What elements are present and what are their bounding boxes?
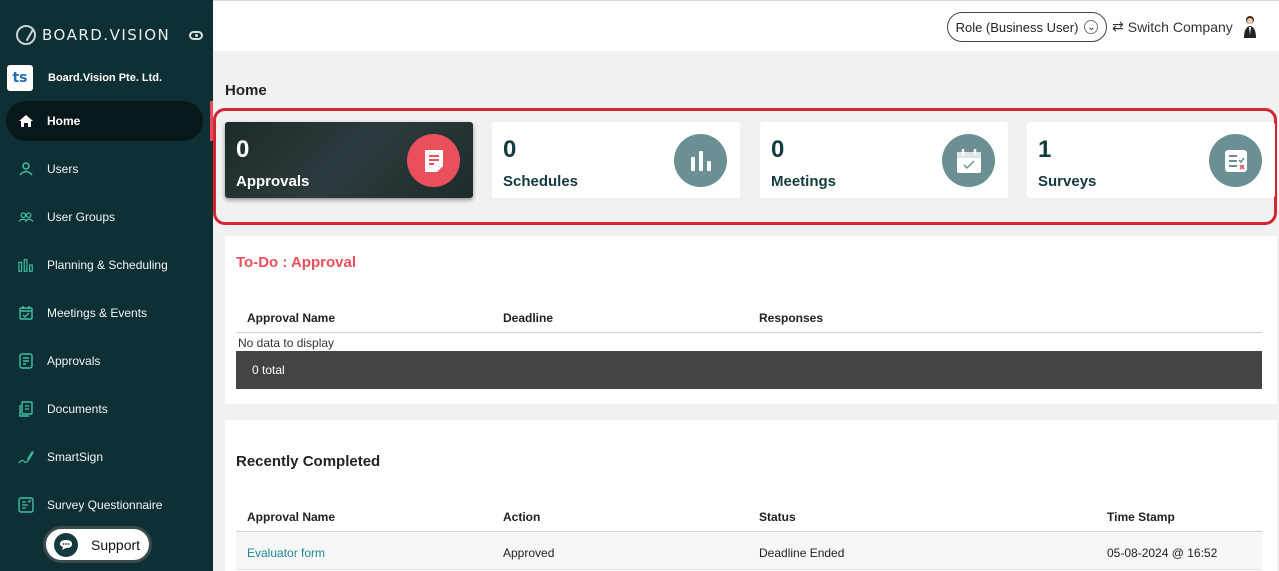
action-cell: Approved <box>503 546 555 560</box>
column-header[interactable]: Responses <box>759 311 823 325</box>
sidebar-item-label: Planning & Scheduling <box>47 258 168 272</box>
pen-sign-icon <box>18 449 34 465</box>
status-cell: Deadline Ended <box>759 546 845 560</box>
switch-company-button[interactable]: ⇄ Switch Company <box>1112 18 1233 35</box>
sidebar-item-label: Home <box>47 114 81 128</box>
home-icon <box>18 113 34 129</box>
stat-label: Schedules <box>503 173 579 190</box>
sidebar-item-smartsign[interactable]: SmartSign <box>0 433 213 481</box>
column-header[interactable]: Deadline <box>503 311 553 325</box>
support-button[interactable]: Support <box>43 526 152 563</box>
sidebar-item-label: Approvals <box>47 354 101 368</box>
role-dropdown[interactable]: Role (Business User) ⌄ <box>947 12 1107 42</box>
sidebar-item-documents[interactable]: Documents <box>0 385 213 433</box>
sidebar-item-home[interactable]: Home <box>6 101 203 141</box>
column-header[interactable]: Action <box>503 510 540 524</box>
sidebar: BOARD.VISION ts Board.Vision Pte. Ltd. H… <box>0 0 213 571</box>
company-name: Board.Vision Pte. Ltd. <box>48 72 163 84</box>
stat-card-meetings[interactable]: 0 Meetings <box>760 122 1008 198</box>
sidebar-item-label: Users <box>47 162 79 176</box>
brand[interactable]: BOARD.VISION <box>16 24 170 46</box>
swap-arrows-icon: ⇄ <box>1112 18 1124 34</box>
sidebar-item-users[interactable]: Users <box>0 145 213 193</box>
switch-company-label: Switch Company <box>1127 18 1233 35</box>
stat-count: 0 <box>236 136 250 163</box>
sidebar-item-meetings[interactable]: Meetings & Events <box>0 289 213 337</box>
column-header[interactable]: Approval Name <box>247 510 335 524</box>
stat-label: Surveys <box>1038 173 1097 190</box>
checklist-icon <box>1209 134 1262 187</box>
empty-message: No data to display <box>238 336 335 350</box>
user-group-icon <box>18 209 34 225</box>
bar-chart-icon <box>674 134 727 187</box>
recent-table-header: Approval Name Action Status Time Stamp <box>236 504 1262 532</box>
sidebar-item-label: Meetings & Events <box>47 306 148 320</box>
stat-card-surveys[interactable]: 1 Surveys <box>1027 122 1275 198</box>
sidebar-item-label: Survey Questionnaire <box>47 498 163 512</box>
chevron-down-icon: ⌄ <box>1084 20 1099 34</box>
calendar-icon <box>18 305 34 321</box>
documents-icon <box>18 401 34 417</box>
page-title: Home <box>225 82 267 99</box>
sidebar-nav: Home Users User Groups Planning & Schedu… <box>0 101 213 529</box>
sidebar-item-label: SmartSign <box>47 450 104 464</box>
sidebar-item-label: Documents <box>47 402 108 416</box>
total-footer: 0 total <box>236 351 1262 389</box>
column-header[interactable]: Status <box>759 510 796 524</box>
stat-card-approvals[interactable]: 0 Approvals <box>225 122 473 198</box>
recently-completed-panel: Recently Completed Approval Name Action … <box>225 420 1277 571</box>
stat-label: Approvals <box>236 173 310 190</box>
company-logo: ts <box>7 65 33 91</box>
support-label: Support <box>91 536 141 553</box>
stat-count: 1 <box>1038 136 1052 163</box>
sidebar-item-planning[interactable]: Planning & Scheduling <box>0 241 213 289</box>
user-icon <box>18 161 34 177</box>
sidebar-item-label: User Groups <box>47 210 116 224</box>
column-header[interactable]: Approval Name <box>247 311 335 325</box>
todo-title: To-Do : Approval <box>236 254 356 271</box>
stat-label: Meetings <box>771 173 837 190</box>
topbar: Role (Business User) ⌄ ⇄ Switch Company <box>213 0 1279 51</box>
chat-bubble-icon <box>54 532 78 557</box>
company-selector[interactable]: ts Board.Vision Pte. Ltd. <box>7 64 207 92</box>
document-icon <box>407 134 460 187</box>
bar-chart-icon <box>18 257 34 273</box>
board-vision-logo-icon <box>16 25 36 45</box>
calendar-check-icon <box>942 134 995 187</box>
stat-count: 0 <box>771 136 785 163</box>
recent-title: Recently Completed <box>236 453 381 470</box>
timestamp-cell: 05-08-2024 @ 16:52 <box>1107 546 1218 560</box>
stat-count: 0 <box>503 136 517 163</box>
sidebar-item-approvals[interactable]: Approvals <box>0 337 213 385</box>
avatar[interactable] <box>1242 15 1258 39</box>
total-count: 0 total <box>252 363 285 377</box>
stat-card-schedules[interactable]: 0 Schedules <box>492 122 740 198</box>
approval-name-link[interactable]: Evaluator form <box>247 546 325 560</box>
todo-approval-panel: To-Do : Approval Approval Name Deadline … <box>225 236 1277 404</box>
role-label: Role (Business User) <box>955 19 1079 35</box>
approval-doc-icon <box>18 353 34 369</box>
table-row: Evaluator form Approved Deadline Ended 0… <box>236 533 1262 570</box>
todo-table-header: Approval Name Deadline Responses <box>236 305 1262 333</box>
survey-icon <box>18 497 34 513</box>
brand-name: BOARD.VISION <box>42 26 171 44</box>
sidebar-toggle-icon[interactable] <box>189 31 203 40</box>
column-header[interactable]: Time Stamp <box>1107 510 1175 524</box>
sidebar-item-survey[interactable]: Survey Questionnaire <box>0 481 213 529</box>
sidebar-item-user-groups[interactable]: User Groups <box>0 193 213 241</box>
